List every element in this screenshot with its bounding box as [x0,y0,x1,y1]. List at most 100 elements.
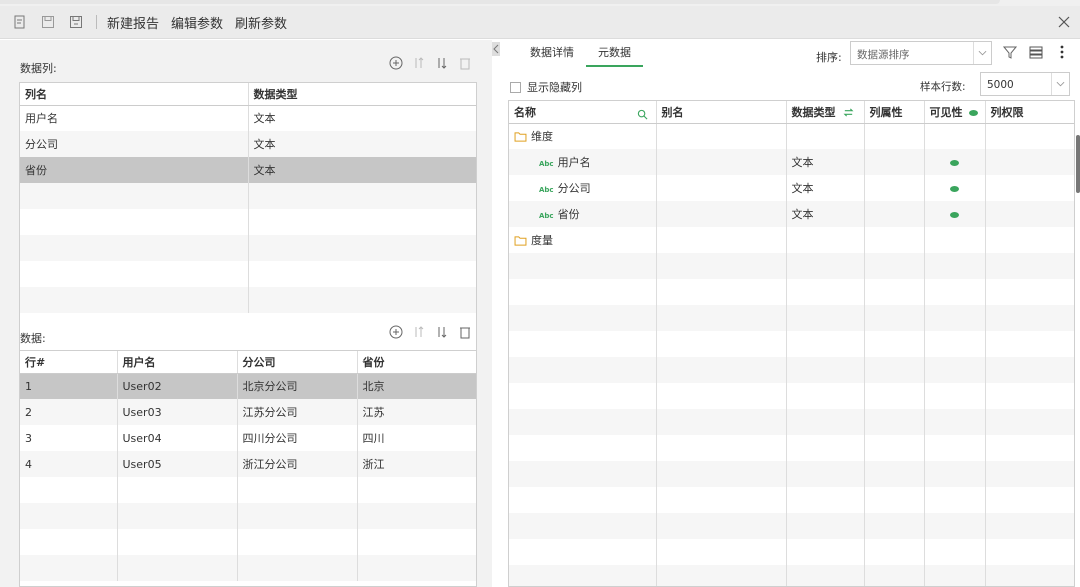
table-row[interactable]: Abc 省份 文本 [509,201,1074,227]
more-icon[interactable] [1054,44,1070,60]
add-icon[interactable] [388,324,403,339]
empty-cell [656,331,787,357]
column-header-attribute[interactable]: 列属性 [864,101,925,124]
empty-cell [786,487,865,513]
table-row[interactable] [509,539,1074,565]
table-row[interactable]: 维度 [509,123,1074,149]
list-icon[interactable] [1028,44,1044,60]
column-header[interactable]: 分公司 [237,351,358,374]
add-icon[interactable] [388,55,403,70]
table-row[interactable] [509,253,1074,279]
table-row[interactable] [509,331,1074,357]
save-as-icon[interactable] [68,14,84,30]
table-row[interactable]: 省份 文本 [20,157,476,183]
table-row[interactable]: Abc 用户名 文本 [509,149,1074,175]
collapse-left-icon[interactable] [492,42,500,56]
refresh-params-button[interactable]: 刷新参数 [235,13,287,32]
table-row[interactable] [20,555,476,581]
eye-icon[interactable] [950,159,959,166]
table-row[interactable]: Abc 分公司 文本 [509,175,1074,201]
column-header[interactable]: 列名 [20,83,249,106]
show-hidden-columns[interactable]: 显示隐藏列 [510,79,582,95]
column-header-visibility[interactable]: 可见性 [924,101,986,124]
scrollbar[interactable] [1076,135,1080,193]
table-row[interactable] [509,487,1074,513]
column-header-name[interactable]: 名称 [509,101,657,124]
eye-icon[interactable] [950,185,959,192]
data-actions [388,324,472,339]
eye-icon[interactable] [950,211,959,218]
cell-row-number: 3 [20,425,118,451]
table-row[interactable] [20,209,476,235]
field-name[interactable]: Abc 省份 [509,201,657,227]
table-row[interactable] [20,503,476,529]
table-row[interactable] [20,235,476,261]
swap-icon[interactable] [843,107,854,118]
search-icon[interactable] [637,109,648,120]
table-row[interactable]: 用户名 文本 [20,105,476,131]
move-up-icon[interactable] [411,324,426,339]
delete-icon[interactable] [457,324,472,339]
table-row[interactable] [509,409,1074,435]
move-up-icon[interactable] [411,55,426,70]
export-icon[interactable] [12,14,28,30]
tab-metadata[interactable]: 元数据 [586,45,643,67]
table-row[interactable] [509,435,1074,461]
table-row[interactable] [509,565,1074,586]
empty-cell [656,565,787,586]
save-icon[interactable] [40,14,56,30]
field-name[interactable]: Abc 分公司 [509,175,657,201]
empty-cell [924,513,986,539]
table-row[interactable]: 度量 [509,227,1074,253]
table-row[interactable] [20,183,476,209]
group-folder[interactable]: 度量 [509,227,657,253]
table-row[interactable] [20,287,476,313]
table-row[interactable] [509,513,1074,539]
table-row[interactable]: 2 User03 江苏分公司 江苏 [20,399,476,425]
table-row[interactable] [20,477,476,503]
filter-icon[interactable] [1002,44,1018,60]
table-row[interactable]: 4 User05 浙江分公司 浙江 [20,451,476,477]
table-row[interactable]: 3 User04 四川分公司 四川 [20,425,476,451]
column-header[interactable]: 用户名 [117,351,238,374]
close-icon[interactable] [1056,14,1072,30]
column-header-alias[interactable]: 别名 [656,101,787,124]
new-report-button[interactable]: 新建报告 [107,13,159,32]
empty-cell [985,279,1074,305]
table-row[interactable] [509,305,1074,331]
table-row[interactable]: 1 User02 北京分公司 北京 [20,373,476,399]
empty-cell [656,123,787,149]
tab-data-details[interactable]: 数据详情 [518,45,586,67]
cell-row-number [20,477,118,503]
table-row[interactable] [20,261,476,287]
empty-cell [786,409,865,435]
column-header-permission[interactable]: 列权限 [985,101,1074,124]
table-row[interactable] [20,529,476,555]
sample-rows-select[interactable]: 5000 [980,72,1070,96]
column-header[interactable]: 数据类型 [248,83,476,106]
move-down-icon[interactable] [434,324,449,339]
column-header[interactable]: 省份 [357,351,476,374]
column-header-type[interactable]: 数据类型 [786,101,865,124]
show-hidden-checkbox[interactable] [510,81,521,93]
delete-icon[interactable] [457,55,472,70]
empty-cell [924,435,986,461]
cell-data-type [248,209,476,235]
group-folder[interactable]: 维度 [509,123,657,149]
field-name[interactable]: Abc 用户名 [509,149,657,175]
empty-cell [786,435,865,461]
table-row[interactable]: 分公司 文本 [20,131,476,157]
move-down-icon[interactable] [434,55,449,70]
column-header[interactable]: 行# [20,351,118,374]
table-row[interactable] [509,279,1074,305]
sort-select[interactable]: 数据源排序 [850,41,992,65]
table-row[interactable] [509,383,1074,409]
table-row[interactable] [509,461,1074,487]
chevron-down-icon[interactable] [973,42,991,64]
edit-params-button[interactable]: 编辑参数 [171,13,223,32]
eye-icon[interactable] [969,109,979,116]
cell-username [117,503,238,529]
table-row[interactable] [509,357,1074,383]
cell-permission [985,175,1074,201]
chevron-down-icon[interactable] [1051,73,1069,95]
